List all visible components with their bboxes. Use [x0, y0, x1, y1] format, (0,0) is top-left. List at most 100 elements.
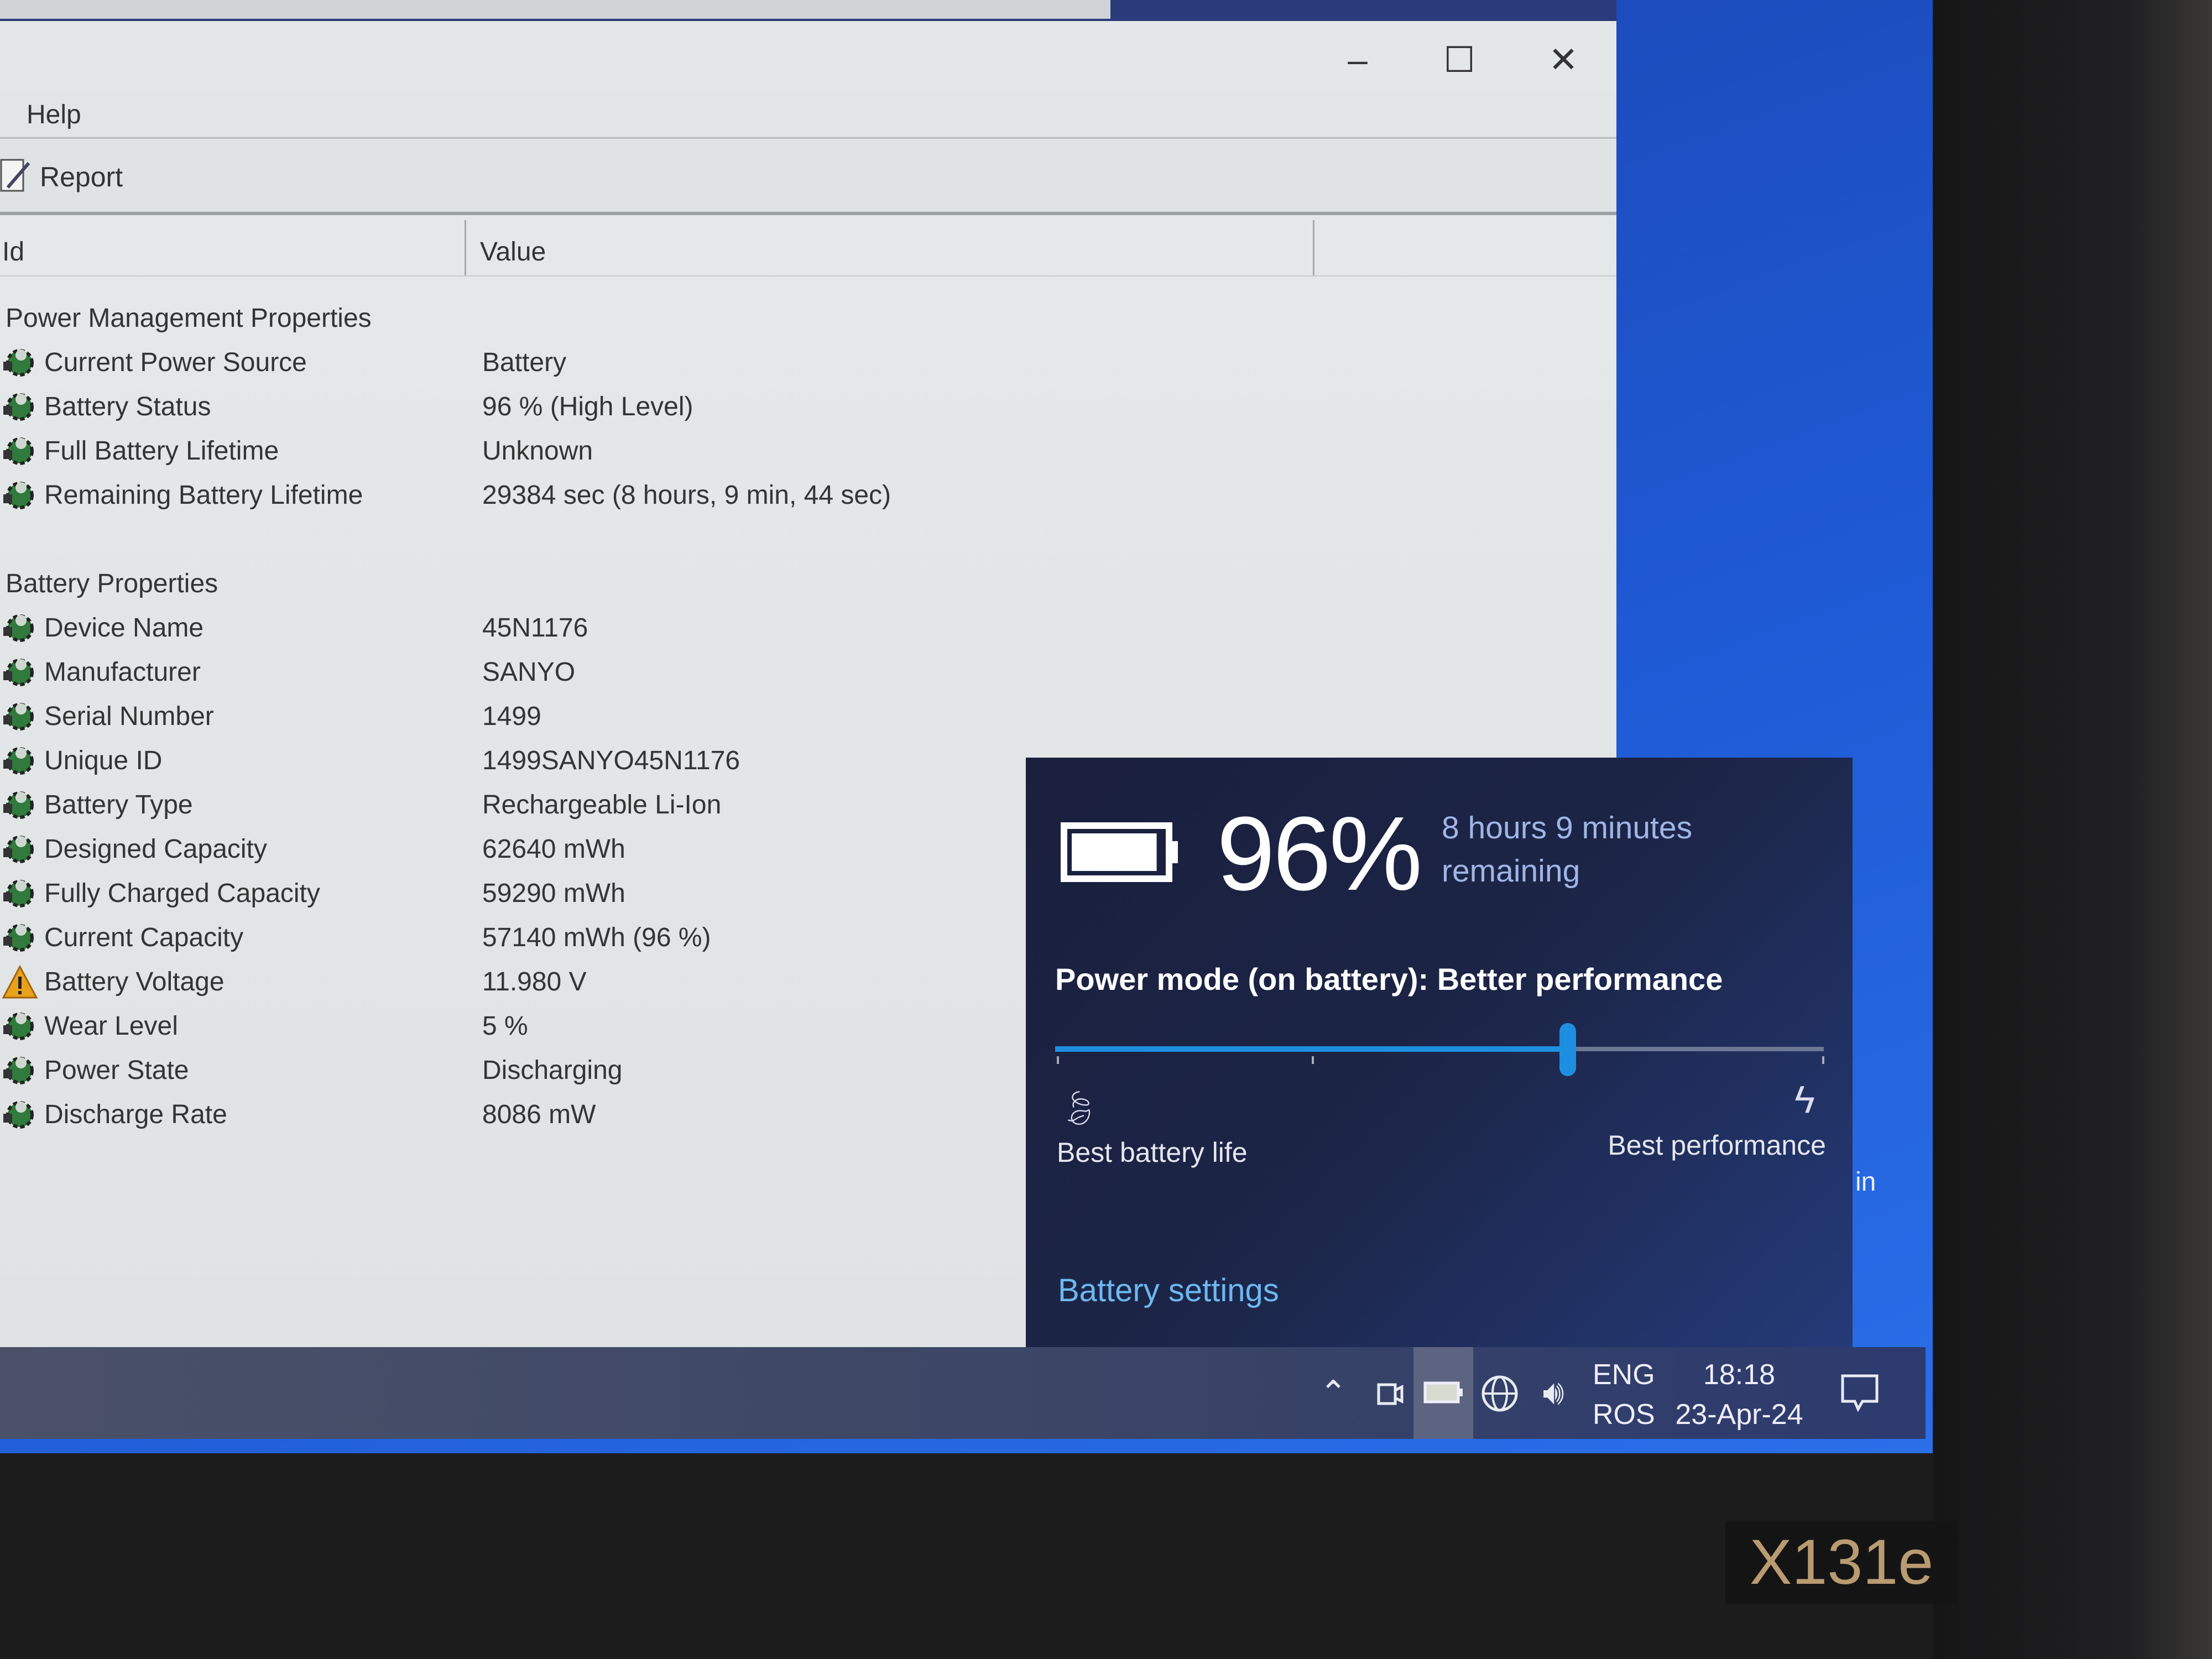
- property-value: Unknown: [482, 436, 593, 466]
- laptop-model-logo: X131e: [1725, 1521, 1958, 1604]
- battery-tray-button[interactable]: [1413, 1347, 1473, 1439]
- network-globe-icon[interactable]: [1480, 1374, 1520, 1413]
- battery-gear-icon: [2, 345, 38, 380]
- column-divider[interactable]: [465, 220, 466, 275]
- battery-percent: 96%: [1217, 795, 1422, 912]
- property-value: 1499SANYO45N1176: [482, 746, 740, 775]
- list-header: Id Value: [0, 220, 1616, 276]
- notification-center-icon[interactable]: [1840, 1374, 1879, 1413]
- slider-thumb[interactable]: [1559, 1023, 1576, 1076]
- warning-icon: [2, 964, 38, 1000]
- screen: – ☐ ✕ Help Report Id Value Power Managem…: [0, 0, 1933, 1453]
- battery-icon: [1423, 1381, 1463, 1404]
- volume-icon[interactable]: 🔊︎: [1526, 1347, 1581, 1439]
- property-label: Discharge Rate: [44, 1100, 227, 1129]
- report-button[interactable]: Report: [40, 161, 123, 193]
- property-value: 5 %: [482, 1011, 528, 1041]
- property-label: Serial Number: [44, 702, 214, 731]
- property-label: Power State: [44, 1056, 189, 1085]
- property-value: Rechargeable Li-Ion: [482, 790, 722, 820]
- battery-gear-icon: [2, 1097, 38, 1133]
- remaining-line-2: remaining: [1442, 853, 1580, 889]
- battery-gear-icon: [2, 655, 38, 690]
- property-label: Wear Level: [44, 1011, 178, 1041]
- property-row[interactable]: Battery Status 96 % (High Level): [0, 385, 1604, 429]
- property-row[interactable]: Serial Number 1499: [0, 695, 1604, 739]
- property-value: 8086 mW: [482, 1100, 596, 1129]
- title-bar[interactable]: – ☐ ✕: [0, 21, 1616, 92]
- clock[interactable]: 18:18 23-Apr-24: [1670, 1355, 1808, 1434]
- property-row[interactable]: Manufacturer SANYO: [0, 650, 1604, 695]
- property-row[interactable]: Remaining Battery Lifetime 29384 sec (8 h…: [0, 473, 1604, 518]
- battery-gear-icon: [2, 1053, 38, 1088]
- group-header[interactable]: Battery Properties: [0, 562, 1604, 606]
- property-value: 57140 mWh (96 %): [482, 923, 711, 952]
- report-icon[interactable]: [0, 156, 31, 195]
- property-value: 29384 sec (8 hours, 9 min, 44 sec): [482, 481, 891, 510]
- leaf-icon: 🍃︎: [1058, 1089, 1100, 1126]
- power-mode-slider[interactable]: [1055, 1023, 1824, 1076]
- clock-date: 23-Apr-24: [1675, 1399, 1803, 1431]
- property-label: Battery Type: [44, 790, 193, 820]
- property-value: 11.980 V: [482, 967, 587, 997]
- column-header-value[interactable]: Value: [480, 237, 546, 267]
- property-row[interactable]: Device Name 45N1176: [0, 606, 1604, 650]
- property-row[interactable]: Full Battery Lifetime Unknown: [0, 429, 1604, 473]
- property-value: Battery: [482, 348, 567, 377]
- clock-time: 18:18: [1703, 1359, 1776, 1391]
- battery-flyout: 96% 8 hours 9 minutes remaining Power mo…: [1026, 758, 1853, 1347]
- language-code: ENG: [1593, 1359, 1655, 1391]
- property-value: 45N1176: [482, 613, 588, 643]
- taskbar: ⌃ 🔊︎ ENG ROS 18:18 23-Apr-24: [0, 1347, 1926, 1439]
- show-hidden-icons-chevron-icon[interactable]: ⌃: [1306, 1347, 1361, 1439]
- column-divider[interactable]: [1313, 220, 1314, 275]
- property-label: Fully Charged Capacity: [44, 879, 320, 908]
- camera-icon[interactable]: [1373, 1375, 1406, 1413]
- property-label: Battery Voltage: [44, 967, 225, 997]
- battery-large-icon: [1061, 822, 1178, 882]
- property-row[interactable]: Current Power Source Battery: [0, 341, 1604, 385]
- property-value: 59290 mWh: [482, 879, 625, 908]
- remaining-line-1: 8 hours 9 minutes: [1442, 810, 1693, 846]
- laptop-bezel-bottom: [0, 1453, 1933, 1659]
- menu-bar: Help: [0, 92, 1616, 139]
- property-label: Unique ID: [44, 746, 163, 775]
- property-label: Battery Status: [44, 392, 211, 421]
- background-window[interactable]: [0, 0, 1110, 19]
- battery-gear-icon: [2, 699, 38, 734]
- property-label: Designed Capacity: [44, 834, 267, 864]
- best-performance-label: Best performance: [1608, 1130, 1826, 1161]
- property-label: Current Power Source: [44, 348, 307, 377]
- battery-settings-link[interactable]: Battery settings: [1058, 1272, 1279, 1309]
- power-mode-label: Power mode (on battery): Better performa…: [1055, 962, 1723, 997]
- property-value: 1499: [482, 702, 541, 731]
- slider-tick: [1057, 1056, 1059, 1064]
- input-language-indicator[interactable]: ENG ROS: [1593, 1355, 1655, 1434]
- minimize-button[interactable]: –: [1327, 38, 1388, 82]
- column-header-id[interactable]: Id: [2, 237, 24, 267]
- property-label: Full Battery Lifetime: [44, 436, 279, 466]
- group-title: Power Management Properties: [6, 304, 372, 333]
- property-label: Manufacturer: [44, 658, 201, 687]
- lightning-bolt-icon: ϟ: [1794, 1078, 1815, 1121]
- desktop-text-fragment: in: [1855, 1167, 1876, 1197]
- property-value: 96 % (High Level): [482, 392, 693, 421]
- close-button[interactable]: ✕: [1533, 38, 1594, 82]
- maximize-button[interactable]: ☐: [1429, 38, 1490, 82]
- menu-help[interactable]: Help: [27, 100, 81, 130]
- laptop-bezel-right: [1933, 0, 2212, 1659]
- slider-tick: [1312, 1056, 1314, 1064]
- property-label: Remaining Battery Lifetime: [44, 481, 363, 510]
- property-value: Discharging: [482, 1056, 623, 1085]
- battery-gear-icon: [2, 743, 38, 779]
- battery-gear-icon: [2, 389, 38, 425]
- group-title: Battery Properties: [6, 569, 218, 598]
- battery-gear-icon: [2, 787, 38, 823]
- battery-gear-icon: [2, 832, 38, 867]
- property-value: SANYO: [482, 658, 576, 687]
- battery-gear-icon: [2, 1009, 38, 1044]
- group-header[interactable]: Power Management Properties: [0, 296, 1604, 341]
- battery-remaining-time: 8 hours 9 minutes remaining: [1442, 806, 1692, 893]
- property-value: 62640 mWh: [482, 834, 625, 864]
- slider-tick: [1822, 1056, 1824, 1064]
